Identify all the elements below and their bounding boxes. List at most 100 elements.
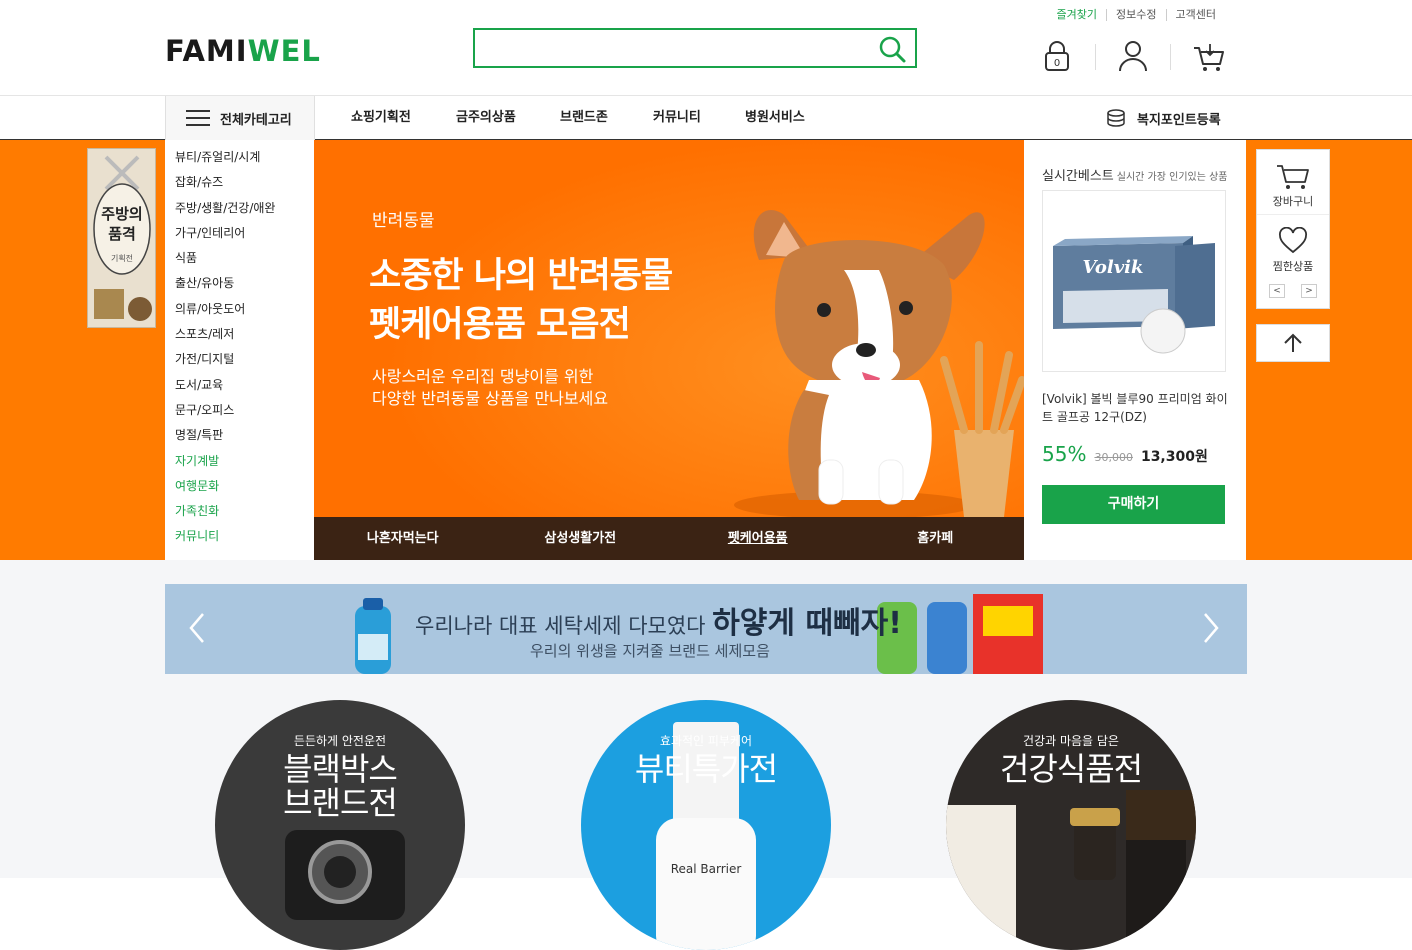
circle-subtitle: 효과적인 피부케어 — [659, 734, 753, 748]
all-category-button[interactable]: 전체카테고리 — [165, 96, 315, 140]
category-item[interactable]: 출산/유아동 — [165, 271, 314, 296]
nav-item-shopping-plan[interactable]: 쇼핑기획전 — [351, 96, 411, 140]
quick-cart[interactable]: 장바구니 — [1257, 150, 1329, 214]
category-item[interactable]: 문구/오피스 — [165, 398, 314, 423]
best-heading-sub: 실시간 가장 인기있는 상품 — [1116, 172, 1228, 183]
quick-next-button[interactable]: > — [1301, 284, 1317, 298]
circle-title-line-1: 뷰티특가전 — [634, 750, 778, 788]
promo-headline-text: 우리나라 대표 세탁세제 다모였다 — [415, 614, 706, 638]
nav-item-weekly-products[interactable]: 금주의상품 — [456, 96, 516, 140]
header-divider — [1095, 44, 1096, 70]
nav-item-brand-zone[interactable]: 브랜드존 — [560, 96, 608, 140]
lock-count: 0 — [1054, 58, 1060, 69]
banner-tabs: 나혼자먹는다 삼성생활가전 펫케어용품 홈카페 — [314, 517, 1024, 560]
category-item[interactable]: 자기계발 — [165, 449, 314, 474]
point-register-label: 복지포인트등록 — [1137, 112, 1221, 128]
quick-prev-button[interactable]: < — [1269, 284, 1285, 298]
link-favorites[interactable]: 즐겨찾기 — [1048, 9, 1106, 21]
all-category-label: 전체카테고리 — [220, 112, 292, 128]
promo-prev-arrow-icon[interactable] — [183, 610, 213, 646]
category-menu: 뷰티/쥬얼리/시계 잡화/슈즈 주방/생활/건강/애완 가구/인테리어 식품 출… — [165, 140, 314, 560]
category-item[interactable]: 잡화/슈즈 — [165, 170, 314, 195]
left-ad-text-1: 기획전 — [111, 253, 133, 263]
category-item[interactable]: 주방/생활/건강/애완 — [165, 196, 314, 221]
banner-tab[interactable]: 홈카페 — [847, 517, 1025, 560]
link-edit-info[interactable]: 정보수정 — [1106, 9, 1165, 21]
quick-pager: < > — [1257, 278, 1329, 298]
banner-tab[interactable]: 삼성생활가전 — [492, 517, 670, 560]
circle-title: 건강식품전 — [946, 752, 1196, 786]
hamburger-icon — [186, 110, 210, 126]
left-side-ad[interactable]: 주방의 품격 기획전 — [87, 148, 156, 328]
scroll-top-button[interactable] — [1256, 324, 1330, 362]
search-input[interactable] — [475, 30, 865, 66]
circle-title-line-1: 건강식품전 — [999, 750, 1143, 788]
nav-item-community[interactable]: 커뮤니티 — [653, 96, 701, 140]
user-icon[interactable] — [1115, 38, 1151, 74]
coin-stack-icon — [1107, 109, 1125, 127]
heart-icon — [1279, 226, 1307, 254]
circle-subtitle: 든든하게 안전운전 — [293, 734, 387, 748]
blackbox-promo-circle[interactable]: 든든하게 안전운전 블랙박스 브랜드전 — [215, 700, 465, 950]
category-item[interactable]: 커뮤니티 — [165, 524, 314, 549]
svg-text:Real Barrier: Real Barrier — [671, 862, 742, 876]
product-brand-text: Volvik — [1083, 257, 1144, 278]
best-product-name[interactable]: [Volvik] 볼빅 블루90 프리미엄 화이트 골프공 12구(DZ) — [1042, 390, 1232, 426]
circle-title-line-2: 브랜드전 — [283, 784, 398, 822]
promo-subline: 우리의 위생을 지켜줄 브랜드 세제모음 — [530, 642, 770, 660]
lock-icon[interactable]: 0 — [1039, 38, 1075, 74]
nav-item-hospital-service[interactable]: 병원서비스 — [745, 96, 805, 140]
logo-part-1: FAMI — [165, 34, 248, 68]
banner-subtitle: 반려동물 — [372, 211, 435, 231]
banner-description: 사랑스러운 우리집 댕냥이를 위한 다양한 반려동물 상품을 만나보세요 — [372, 366, 608, 410]
link-customer-center[interactable]: 고객센터 — [1165, 9, 1225, 21]
banner-tab-active[interactable]: 펫케어용품 — [669, 517, 847, 560]
category-item[interactable]: 스포츠/레저 — [165, 322, 314, 347]
circle-title: 뷰티특가전 — [581, 752, 831, 786]
main-banner[interactable]: 반려동물 소중한 나의 반려동물 펫케어용품 모음전 사랑스러운 우리집 댕냥이… — [314, 140, 1024, 517]
golf-ball-box-image: Volvik — [1043, 191, 1225, 371]
header-divider — [1170, 44, 1171, 70]
category-item[interactable]: 식품 — [165, 246, 314, 271]
category-item[interactable]: 의류/아웃도어 — [165, 297, 314, 322]
health-food-promo-circle[interactable]: 건강과 마음을 담은 건강식품전 — [946, 700, 1196, 950]
top-utility-links: 즐겨찾기 정보수정 고객센터 — [1048, 9, 1225, 21]
promo-headline-bold: 하얗게 때빼자! — [712, 606, 902, 641]
quick-wishlist[interactable]: 찜한상품 — [1257, 214, 1329, 278]
category-item[interactable]: 도서/교육 — [165, 373, 314, 398]
kitchen-ad-image: 주방의 품격 기획전 — [88, 149, 155, 327]
category-item[interactable]: 명절/특판 — [165, 423, 314, 448]
best-price-row: 55% 30,000 13,300원 — [1042, 442, 1208, 466]
main-navigation: 전체카테고리 쇼핑기획전 금주의상품 브랜드존 커뮤니티 병원서비스 복지포인트… — [0, 96, 1412, 140]
search-box — [473, 28, 917, 68]
best-heading: 실시간베스트 실시간 가장 인기있는 상품 — [1042, 165, 1228, 184]
logo-part-2: WEL — [247, 34, 321, 68]
banner-title-line-1: 소중한 나의 반려동물 — [369, 256, 673, 296]
banner-tab[interactable]: 나혼자먹는다 — [314, 517, 492, 560]
banner-title-line-2: 펫케어용품 모음전 — [369, 305, 631, 345]
best-product-image[interactable]: Volvik — [1042, 190, 1226, 372]
left-ad-text-2: 주방의 — [101, 205, 142, 223]
circle-title: 블랙박스 브랜드전 — [215, 752, 465, 820]
buy-button[interactable]: 구매하기 — [1042, 485, 1225, 524]
beauty-promo-circle[interactable]: Real Barrier 효과적인 피부케어 뷰티특가전 — [581, 700, 831, 950]
realtime-best-panel: 실시간베스트 실시간 가장 인기있는 상품 Volvik [Volvik] 볼빅 … — [1024, 140, 1246, 560]
cart-icon[interactable] — [1190, 38, 1226, 74]
category-item[interactable]: 가족친화 — [165, 499, 314, 524]
left-ad-text-3: 품격 — [108, 225, 136, 243]
site-header: FAMIWEL 즐겨찾기 정보수정 고객센터 0 — [0, 0, 1412, 96]
famiwel-logo[interactable]: FAMIWEL — [165, 34, 321, 68]
banner-title: 소중한 나의 반려동물 펫케어용품 모음전 — [369, 252, 673, 350]
point-register-link[interactable]: 복지포인트등록 — [1105, 96, 1221, 140]
detergent-promo-banner[interactable]: 우리나라 대표 세탁세제 다모였다 하얗게 때빼자! 우리의 위생을 지켜줄 브… — [165, 584, 1247, 674]
category-item[interactable]: 뷰티/쥬얼리/시계 — [165, 145, 314, 170]
quick-wish-label: 찜한상품 — [1272, 260, 1314, 273]
category-item[interactable]: 가구/인테리어 — [165, 221, 314, 246]
search-icon[interactable] — [877, 34, 907, 64]
category-item[interactable]: 가전/디지털 — [165, 347, 314, 372]
promo-next-arrow-icon[interactable] — [1195, 610, 1225, 646]
sale-price: 13,300원 — [1140, 449, 1208, 465]
category-item[interactable]: 여행문화 — [165, 474, 314, 499]
arrow-up-icon — [1284, 333, 1302, 352]
circle-title-line-1: 블랙박스 — [283, 750, 398, 788]
